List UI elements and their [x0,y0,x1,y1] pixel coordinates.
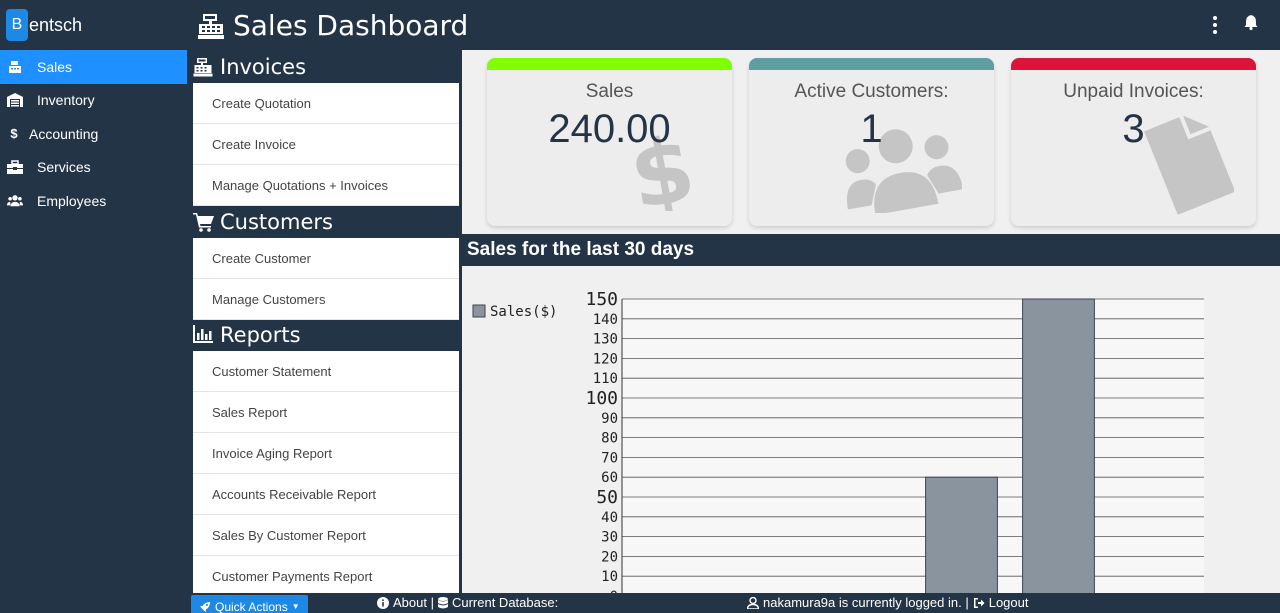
active-customers-card: Active Customers: 1 [749,58,994,226]
sidebar-item-label: Accounting [29,125,99,142]
brand-logo: B [6,9,28,41]
card-accent-bar [487,58,732,70]
section-title: Reports [220,322,301,347]
menu-panel: Invoices Create Quotation Create Invoice… [187,50,462,597]
about-link[interactable]: About | [393,595,434,610]
cash-register-icon [198,13,224,39]
bar-chart-icon [193,324,215,345]
menu-item-create-invoice[interactable]: Create Invoice [193,124,459,165]
page-title-text: Sales Dashboard [233,9,469,42]
menu-item-manage-quotations-invoices[interactable]: Manage Quotations + Invoices [193,165,459,206]
cash-register-icon [193,57,215,77]
sales-chart: 0102030405060708090100110120130140150Sal… [462,266,1280,593]
chart-y-tick-label: 20 [601,549,618,565]
card-value: 1 [860,107,883,151]
brand[interactable]: B entsch [0,0,187,50]
sidebar-item-services[interactable]: Services [0,151,187,185]
chart-y-tick-label: 50 [596,487,618,508]
chart-y-tick-label: 150 [585,289,618,310]
chart-plot-background [622,299,1204,593]
sidebar-item-accounting[interactable]: $ Accounting [0,117,187,151]
database-icon [437,596,448,608]
sidebar-item-label: Services [37,159,91,176]
chart-y-tick-label: 80 [601,431,618,447]
card-label: Sales [585,81,634,102]
cash-register-icon [7,60,23,74]
section-invoices: Invoices [187,50,462,83]
cart-icon [193,212,215,232]
sidebar-item-sales[interactable]: Sales [0,50,187,84]
menu-item-manage-customers[interactable]: Manage Customers [193,279,459,320]
menu-item-customer-payments-report[interactable]: Customer Payments Report [193,556,459,597]
menu-item-create-customer[interactable]: Create Customer [193,238,459,279]
dollar-icon: $ [10,126,18,142]
users-icon [7,194,23,208]
logout-link[interactable]: Logout [989,595,1029,610]
sales-card: Sales 240.00 $ [487,58,732,226]
section-title: Invoices [220,54,307,79]
chart-y-tick-label: 100 [585,388,618,409]
sidebar: B entsch Sales Inventory $ Accounting Se… [0,0,187,613]
card-accent-bar [1011,58,1256,70]
menu-item-create-quotation[interactable]: Create Quotation [193,83,459,124]
menu-item-accounts-receivable-report[interactable]: Accounts Receivable Report [193,474,459,515]
warehouse-icon [7,93,23,108]
logged-in-user-text: nakamura9a is currently logged in. | [763,595,969,610]
card-label: Active Customers: [794,81,949,102]
page-title: Sales Dashboard [197,9,468,42]
logout-icon[interactable] [973,597,985,609]
chart-y-tick-label: 140 [593,312,618,328]
chart-y-tick-label: 70 [601,450,618,466]
chart-bar [1022,298,1095,593]
chart-y-tick-label: 90 [601,411,618,427]
more-options-icon[interactable] [1212,14,1218,34]
sidebar-item-label: Sales [37,58,73,75]
chart-section-title: Sales for the last 30 days [462,234,1280,266]
section-title: Customers [220,209,333,234]
unpaid-invoices-card: Unpaid Invoices: 3 [1011,58,1256,226]
chart-y-tick-label: 130 [593,332,618,348]
current-database-label: Current Database: [451,595,559,610]
main-content: Sales 240.00 $ Active Customers: 1 Unpai… [462,50,1280,593]
chart-legend-swatch [472,304,486,318]
chart-y-tick-label: 10 [601,569,618,585]
card-label: Unpaid Invoices: [1063,81,1204,102]
sidebar-item-label: Employees [37,192,107,209]
top-bar: Sales Dashboard [187,0,1280,50]
menu-item-sales-report[interactable]: Sales Report [193,392,459,433]
sidebar-item-employees[interactable]: Employees [0,184,187,218]
chart-y-tick-label: 60 [601,470,618,486]
sales-chart-svg: 0102030405060708090100110120130140150Sal… [472,289,1204,593]
chart-y-tick-label: 40 [601,510,618,526]
rocket-icon [200,601,210,612]
card-value: 240.00 [548,107,671,151]
chart-y-tick-label: 110 [593,371,618,387]
user-secret-icon [747,596,759,609]
chart-legend-label: Sales($) [490,304,557,320]
sidebar-item-label: Inventory [37,92,95,109]
chart-y-tick-label: 120 [593,351,618,367]
card-accent-bar [749,58,994,70]
menu-item-customer-statement[interactable]: Customer Statement [193,351,459,392]
bell-icon[interactable] [1244,14,1258,30]
section-customers: Customers [187,205,462,238]
toolbox-icon [7,160,23,175]
sidebar-item-inventory[interactable]: Inventory [0,84,187,118]
menu-item-sales-by-customer-report[interactable]: Sales By Customer Report [193,515,459,556]
brand-name: entsch [29,14,83,35]
chart-y-tick-label: 30 [601,530,618,546]
info-icon[interactable] [377,596,389,609]
menu-item-invoice-aging-report[interactable]: Invoice Aging Report [193,433,459,474]
footer-user-group: nakamura9a is currently logged in. | Log… [747,595,1028,610]
footer: Quick Actions ▼ About | Current Database… [187,593,1280,613]
section-reports: Reports [187,318,462,351]
quick-actions-button[interactable]: Quick Actions ▼ [191,595,308,613]
card-value: 3 [1122,107,1145,151]
footer-about-group: About | Current Database: [377,595,558,610]
quick-actions-label: Quick Actions [215,599,288,613]
chart-bar [925,476,998,593]
caret-down-icon: ▼ [291,602,300,611]
